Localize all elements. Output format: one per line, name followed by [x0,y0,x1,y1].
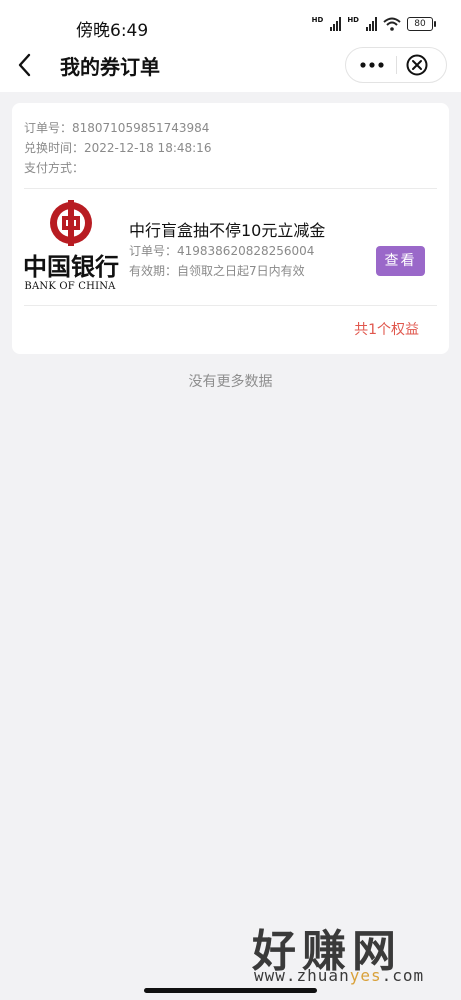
signal-icon [366,17,377,31]
home-indicator[interactable] [144,988,317,993]
coupon-order-number: 订单号：419838620828256004 [129,244,315,258]
close-icon[interactable] [406,54,428,76]
order-meta: 订单号：818071059851743984 兑换时间：2022-12-18 1… [24,118,211,178]
benefit-total: 共1个权益 [354,322,419,338]
view-button[interactable]: 查看 [376,246,425,276]
coupon-validity: 有效期：自领取之日起7日内有效 [129,264,305,278]
battery-icon: 80 [407,17,436,31]
hd-label: HD [347,16,359,24]
boc-emblem-icon: 中国银行 [23,200,119,280]
more-icon[interactable] [358,56,386,74]
watermark-url-suffix: .com [381,966,425,985]
bank-of-china-logo: 中国银行 BANK OF CHINA [22,200,122,298]
coupon-title: 中行盲盒抽不停10元立减金 [129,221,326,240]
boc-chinese-name: 中国银行 [23,252,119,280]
capsule-divider [396,56,397,74]
list-end-text: 没有更多数据 [188,374,273,390]
nav-bar: 我的券订单 [0,40,461,92]
order-number: 订单号：818071059851743984 [24,121,210,135]
boc-english-name: BANK OF CHINA [24,281,116,292]
page-title: 我的券订单 [60,55,160,79]
wifi-icon [383,17,401,31]
status-icons: HD HD 80 [311,16,436,31]
site-watermark: 好赚网 www.zhuanyes.com [242,915,452,990]
payment-method: 支付方式： [24,161,85,175]
watermark-url-highlight: yes [349,966,382,985]
status-time: 傍晚6:49 [76,21,149,41]
divider [24,305,437,306]
hd-label: HD [311,16,324,24]
signal-icon [330,17,342,31]
divider [24,188,437,189]
exchange-time: 兑换时间：2022-12-18 18:48:16 [24,141,212,155]
watermark-url: www.zhuanyes.com [254,966,424,985]
order-card: 订单号：818071059851743984 兑换时间：2022-12-18 1… [12,103,449,354]
mini-program-capsule [345,47,447,83]
watermark-url-prefix: www.zhuan [254,966,350,985]
back-arrow-icon[interactable] [14,52,36,78]
